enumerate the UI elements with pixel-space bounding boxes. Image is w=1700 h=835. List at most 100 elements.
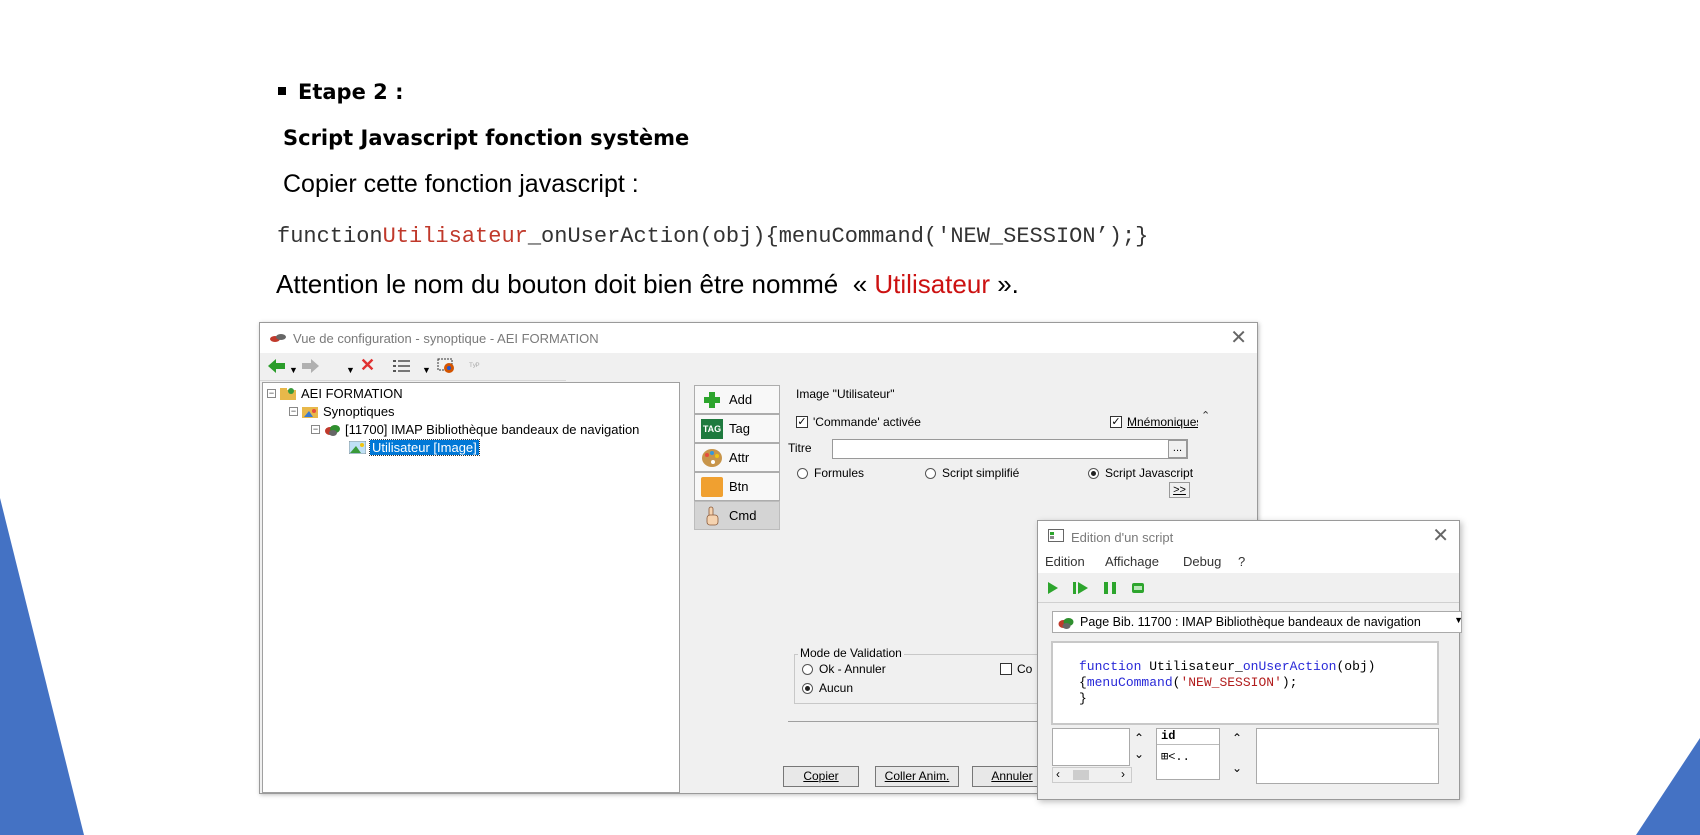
attention-after: ». bbox=[989, 269, 1019, 299]
formules-radio[interactable]: Formules bbox=[797, 466, 864, 480]
plus-icon bbox=[704, 392, 720, 408]
btn-button[interactable]: Btn bbox=[694, 472, 780, 501]
forward-dropdown-icon[interactable]: ▼ bbox=[346, 362, 355, 378]
menu-help[interactable]: ? bbox=[1238, 554, 1245, 569]
ok-annuler-radio[interactable]: Ok - Annuler bbox=[802, 662, 886, 676]
scroll-down-icon[interactable]: ⌄ bbox=[1134, 747, 1144, 761]
output-pane[interactable] bbox=[1256, 728, 1439, 784]
scroll-up-icon[interactable]: ⌃ bbox=[1134, 731, 1144, 745]
radio-off[interactable] bbox=[797, 467, 808, 479]
button-icon bbox=[701, 477, 723, 497]
aucun-radio[interactable]: Aucun bbox=[802, 681, 853, 695]
code-prefix: function bbox=[277, 224, 383, 249]
left-triangle-decoration bbox=[0, 498, 84, 835]
paint-palette-icon bbox=[702, 449, 722, 467]
config-title: Vue de configuration - synoptique - AEI … bbox=[293, 331, 599, 346]
commande-activee-label: 'Commande' activée bbox=[813, 415, 921, 429]
coller-anim-button[interactable]: Coller Anim. bbox=[875, 766, 959, 787]
add-label: Add bbox=[729, 392, 753, 407]
checkbox-unchecked[interactable] bbox=[1000, 663, 1012, 675]
collapse-icon[interactable]: − bbox=[311, 425, 320, 434]
code-name: Utilisateur_ bbox=[1141, 659, 1243, 674]
collapse-icon[interactable]: − bbox=[289, 407, 298, 416]
code-function: menuCommand bbox=[1086, 675, 1173, 690]
ok-annuler-label: Ok - Annuler bbox=[819, 662, 886, 676]
delete-icon[interactable]: ✕ bbox=[360, 356, 375, 374]
code-editor[interactable]: function Utilisateur_onUserAction(obj) {… bbox=[1051, 641, 1439, 725]
radio-on[interactable] bbox=[1088, 467, 1099, 479]
radio-off[interactable] bbox=[802, 663, 813, 675]
stop-icon[interactable] bbox=[1131, 582, 1145, 594]
scroll-up-icon[interactable]: ⌃ bbox=[1201, 409, 1210, 422]
menu-edition[interactable]: Edition bbox=[1045, 554, 1085, 569]
copier-button[interactable]: Copier bbox=[783, 766, 859, 787]
tree-synoptiques[interactable]: − Synoptiques bbox=[289, 404, 395, 419]
palette-icon[interactable] bbox=[437, 358, 457, 374]
add-button[interactable]: Add bbox=[694, 385, 780, 414]
scroll-down-icon[interactable]: ⌄ bbox=[1232, 761, 1242, 775]
watch-row[interactable]: ⊞<.. bbox=[1161, 749, 1190, 764]
tree-selected-item[interactable]: Utilisateur [Image] bbox=[349, 439, 480, 456]
attr-button[interactable]: Attr bbox=[694, 443, 780, 472]
titre-label: Titre bbox=[788, 441, 812, 455]
script-editor-window: Edition d'un script ✕ Edition Affichage … bbox=[1037, 520, 1463, 800]
pause-icon[interactable] bbox=[1102, 581, 1118, 595]
tree-root[interactable]: − AEI FORMATION bbox=[267, 386, 403, 401]
watch-pane[interactable]: id ⊞<.. bbox=[1156, 728, 1220, 780]
co-checkbox[interactable]: Co bbox=[1000, 662, 1032, 676]
aucun-label: Aucun bbox=[819, 681, 854, 695]
scroll-left-icon[interactable]: ‹ bbox=[1056, 767, 1060, 781]
scroll-right-icon[interactable]: › bbox=[1121, 767, 1125, 781]
tree-page[interactable]: − [11700] IMAP Bibliothèque bandeaux de … bbox=[311, 422, 639, 437]
menu-debug[interactable]: Debug bbox=[1183, 554, 1221, 569]
radio-off[interactable] bbox=[925, 467, 936, 479]
script-javascript-label: Script Javascript bbox=[1105, 466, 1194, 480]
scroll-thumb[interactable] bbox=[1073, 770, 1089, 780]
page-select-value: Page Bib. 11700 : IMAP Bibliothèque band… bbox=[1080, 615, 1421, 629]
chevron-down-icon[interactable]: ▼ bbox=[1454, 615, 1463, 625]
close-icon[interactable]: ✕ bbox=[1230, 328, 1247, 348]
extra-tool-icon[interactable]: ᵀʸᴾ bbox=[469, 358, 480, 374]
code-snippet: functionUtilisateur_onUserAction(obj){me… bbox=[277, 224, 1148, 249]
more-button[interactable]: >> bbox=[1169, 482, 1190, 498]
scroll-up-icon[interactable]: ⌃ bbox=[1232, 731, 1242, 745]
code-line-1: function Utilisateur_onUserAction(obj) bbox=[1079, 659, 1375, 674]
code-line-2: {menuCommand('NEW_SESSION'); bbox=[1079, 675, 1297, 690]
list-dropdown-icon[interactable]: ▼ bbox=[422, 362, 431, 378]
cmd-button[interactable]: Cmd bbox=[694, 501, 780, 530]
tag-button[interactable]: TAG Tag bbox=[694, 414, 780, 443]
horizontal-scrollbar[interactable]: ‹ › bbox=[1052, 767, 1132, 783]
script-javascript-radio[interactable]: Script Javascript bbox=[1088, 466, 1193, 480]
copy-instruction: Copier cette fonction javascript : bbox=[283, 170, 639, 198]
radio-on[interactable] bbox=[802, 682, 813, 694]
bullet bbox=[278, 87, 286, 95]
attention-before: Attention le nom du bouton doit bien êtr… bbox=[276, 269, 875, 299]
page-icon bbox=[1058, 617, 1074, 629]
script-simplifie-radio[interactable]: Script simplifié bbox=[925, 466, 1019, 480]
panel-scrollbar[interactable]: ⌃ bbox=[1198, 409, 1214, 479]
titre-input[interactable] bbox=[832, 439, 1188, 459]
page-select[interactable]: Page Bib. 11700 : IMAP Bibliothèque band… bbox=[1052, 611, 1463, 633]
checkbox-checked[interactable]: ✓ bbox=[1110, 416, 1122, 428]
close-icon[interactable]: ✕ bbox=[1432, 526, 1449, 546]
script-simplifie-label: Script simplifié bbox=[942, 466, 1020, 480]
window-icon bbox=[1048, 529, 1064, 542]
code-paren: ); bbox=[1281, 675, 1298, 690]
titre-browse-button[interactable]: ... bbox=[1168, 440, 1187, 458]
mnemoniques-checkbox[interactable]: ✓ Mnémoniques bbox=[1110, 415, 1202, 429]
collapse-icon[interactable]: − bbox=[267, 389, 276, 398]
tree-view: − AEI FORMATION − Synoptiques − [11700] … bbox=[262, 382, 680, 793]
menu-affichage[interactable]: Affichage bbox=[1105, 554, 1159, 569]
commande-activee-checkbox[interactable]: ✓ 'Commande' activée bbox=[796, 415, 921, 429]
run-icon[interactable] bbox=[1046, 581, 1060, 595]
variables-pane[interactable] bbox=[1052, 728, 1130, 766]
checkbox-checked[interactable]: ✓ bbox=[796, 416, 808, 428]
step-icon[interactable] bbox=[1072, 581, 1090, 595]
attr-label: Attr bbox=[729, 450, 750, 465]
back-dropdown-icon[interactable]: ▼ bbox=[289, 362, 298, 378]
back-arrow-icon[interactable] bbox=[268, 359, 286, 373]
code-params: (obj) bbox=[1336, 659, 1376, 674]
image-folder-icon bbox=[302, 407, 318, 418]
list-view-icon[interactable] bbox=[393, 359, 411, 373]
forward-arrow-icon[interactable] bbox=[301, 359, 319, 373]
